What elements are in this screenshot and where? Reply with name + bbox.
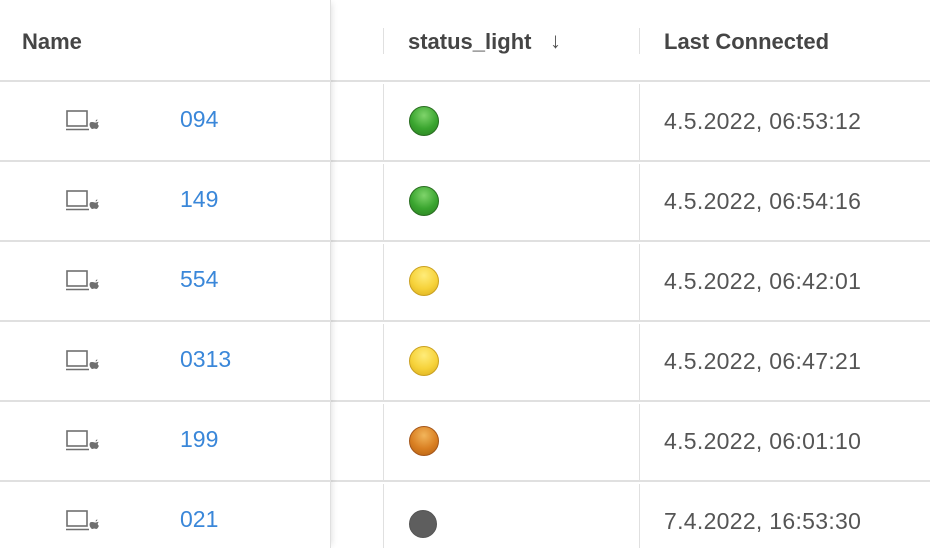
laptop-apple-icon [66,510,99,531]
column-divider [383,404,384,482]
name-column: Name 094 149 554 0313 199 021 [0,0,331,548]
devices-table: Name 094 149 554 0313 199 021 status_lig… [0,0,930,548]
column-divider [383,28,384,54]
device-link[interactable]: 021 [180,506,260,533]
device-link[interactable]: 094 [180,106,260,133]
column-header-name[interactable]: Name [22,29,82,55]
table-row[interactable]: 4.5.2022, 06:47:21 [331,322,930,402]
column-header-last-connected[interactable]: Last Connected [664,29,829,55]
scrollable-columns: status_light ↓ Last Connected 4.5.2022, … [331,0,930,548]
last-connected-value: 4.5.2022, 06:54:16 [664,188,862,214]
last-connected-value: 4.5.2022, 06:47:21 [664,348,862,374]
table-row[interactable]: 4.5.2022, 06:53:12 [331,82,930,162]
column-divider [639,28,640,54]
device-link[interactable]: 0313 [180,346,260,373]
table-row[interactable]: 4.5.2022, 06:42:01 [331,242,930,322]
last-connected-value: 4.5.2022, 06:01:10 [664,428,862,454]
column-divider [639,164,640,242]
column-divider [383,484,384,548]
table-row[interactable]: 554 [0,242,330,322]
last-connected-value: 4.5.2022, 06:42:01 [664,268,862,294]
sort-descending-icon[interactable]: ↓ [550,28,561,54]
table-row[interactable]: 021 [0,482,330,548]
device-link[interactable]: 199 [180,426,260,453]
status-light-yellow-icon [409,266,439,296]
status-light-orange-icon [409,426,439,456]
column-divider [383,244,384,322]
table-row[interactable]: 7.4.2022, 16:53:30 [331,482,930,548]
laptop-apple-icon [66,270,99,291]
device-link[interactable]: 554 [180,266,260,293]
table-row[interactable]: 199 [0,402,330,482]
column-divider [639,484,640,548]
laptop-apple-icon [66,110,99,131]
laptop-apple-icon [66,350,99,371]
table-row[interactable]: 094 [0,82,330,162]
last-connected-value: 4.5.2022, 06:53:12 [664,108,862,134]
status-light-green-icon [409,186,439,216]
column-divider [639,324,640,402]
status-light-grey-icon [409,510,437,538]
status-light-yellow-icon [409,346,439,376]
laptop-apple-icon [66,430,99,451]
status-light-green-icon [409,106,439,136]
device-link[interactable]: 149 [180,186,260,213]
column-header-status-light[interactable]: status_light [408,29,531,55]
table-row[interactable]: 149 [0,162,330,242]
column-divider [639,244,640,322]
column-divider [639,84,640,162]
table-row[interactable]: 0313 [0,322,330,402]
table-header-name: Name [0,0,330,82]
column-divider [383,164,384,242]
table-row[interactable]: 4.5.2022, 06:01:10 [331,402,930,482]
table-row[interactable]: 4.5.2022, 06:54:16 [331,162,930,242]
last-connected-value: 7.4.2022, 16:53:30 [664,508,862,534]
laptop-apple-icon [66,190,99,211]
column-divider [383,84,384,162]
table-header: status_light ↓ Last Connected [331,0,930,82]
column-divider [639,404,640,482]
column-divider [383,324,384,402]
